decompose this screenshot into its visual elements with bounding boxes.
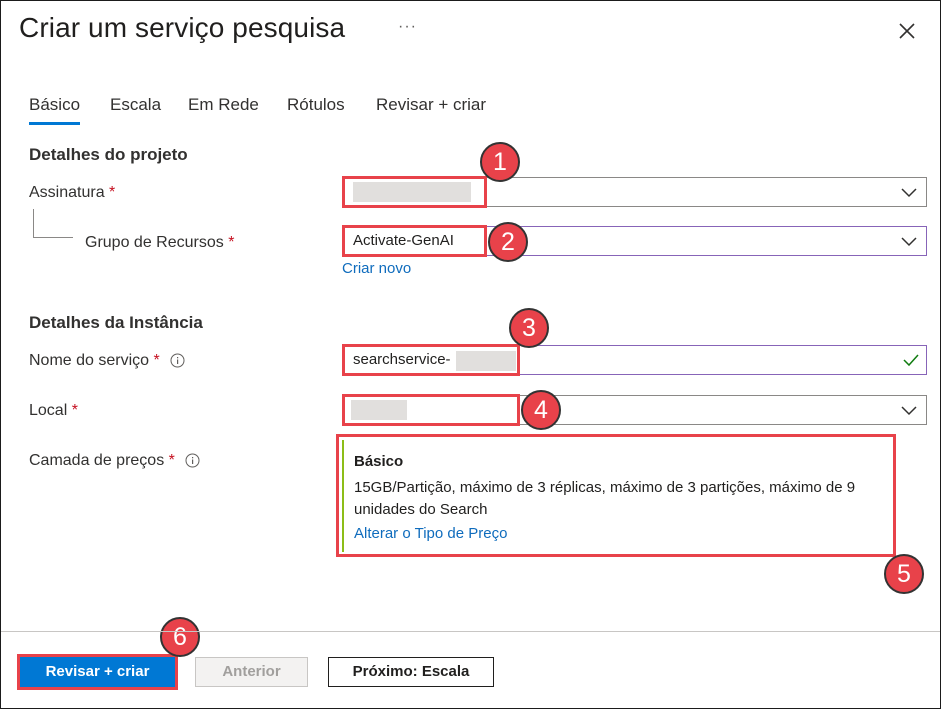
- annotation-badge: 5: [884, 554, 924, 594]
- annotation-badge: 2: [488, 222, 528, 262]
- resource-group-label: Grupo de Recursos *: [85, 234, 235, 251]
- required-marker: *: [228, 234, 235, 251]
- service-name-label: Nome do serviço *: [29, 352, 185, 370]
- required-marker: *: [168, 452, 175, 469]
- chevron-down-icon: [901, 188, 917, 198]
- chevron-down-icon: [901, 237, 917, 247]
- annotation-badge: 3: [509, 308, 549, 348]
- annotation-highlight: [342, 394, 520, 426]
- info-icon[interactable]: [170, 353, 185, 368]
- create-new-link[interactable]: Criar novo: [342, 260, 411, 277]
- checkmark-icon: [903, 354, 919, 367]
- tree-connector: [33, 209, 34, 237]
- more-options-icon[interactable]: ···: [398, 18, 417, 36]
- tab-em-rede[interactable]: Em Rede: [188, 95, 259, 115]
- info-icon[interactable]: [185, 453, 200, 468]
- review-create-button[interactable]: Revisar + criar: [20, 657, 175, 687]
- tab-basico[interactable]: Básico: [29, 95, 80, 115]
- tab-revisar-criar[interactable]: Revisar + criar: [376, 95, 486, 115]
- annotation-badge: 4: [521, 390, 561, 430]
- page-title: Criar um serviço pesquisa: [19, 12, 346, 43]
- next-button[interactable]: Próximo: Escala: [328, 657, 494, 687]
- annotation-highlight: [342, 225, 487, 257]
- tree-connector: [33, 237, 73, 238]
- subscription-label: Assinatura *: [29, 184, 116, 201]
- tab-escala[interactable]: Escala: [110, 95, 161, 115]
- annotation-badge: 1: [480, 142, 520, 182]
- tab-rotulos[interactable]: Rótulos: [287, 95, 345, 115]
- location-label: Local *: [29, 402, 78, 419]
- section-instance-details: Detalhes da Instância: [29, 313, 203, 332]
- chevron-down-icon: [901, 406, 917, 416]
- annotation-highlight: [336, 434, 896, 557]
- pricing-tier-label: Camada de preços *: [29, 452, 200, 470]
- required-marker: *: [71, 402, 78, 419]
- required-marker: *: [109, 184, 116, 201]
- footer-divider: [1, 631, 940, 632]
- section-project-details: Detalhes do projeto: [29, 145, 188, 164]
- close-icon[interactable]: [896, 20, 918, 42]
- annotation-highlight: [342, 344, 520, 376]
- annotation-badge: 6: [160, 617, 200, 657]
- required-marker: *: [153, 352, 160, 369]
- annotation-highlight: [342, 176, 487, 208]
- previous-button[interactable]: Anterior: [195, 657, 308, 687]
- tab-selected-indicator: [29, 122, 80, 125]
